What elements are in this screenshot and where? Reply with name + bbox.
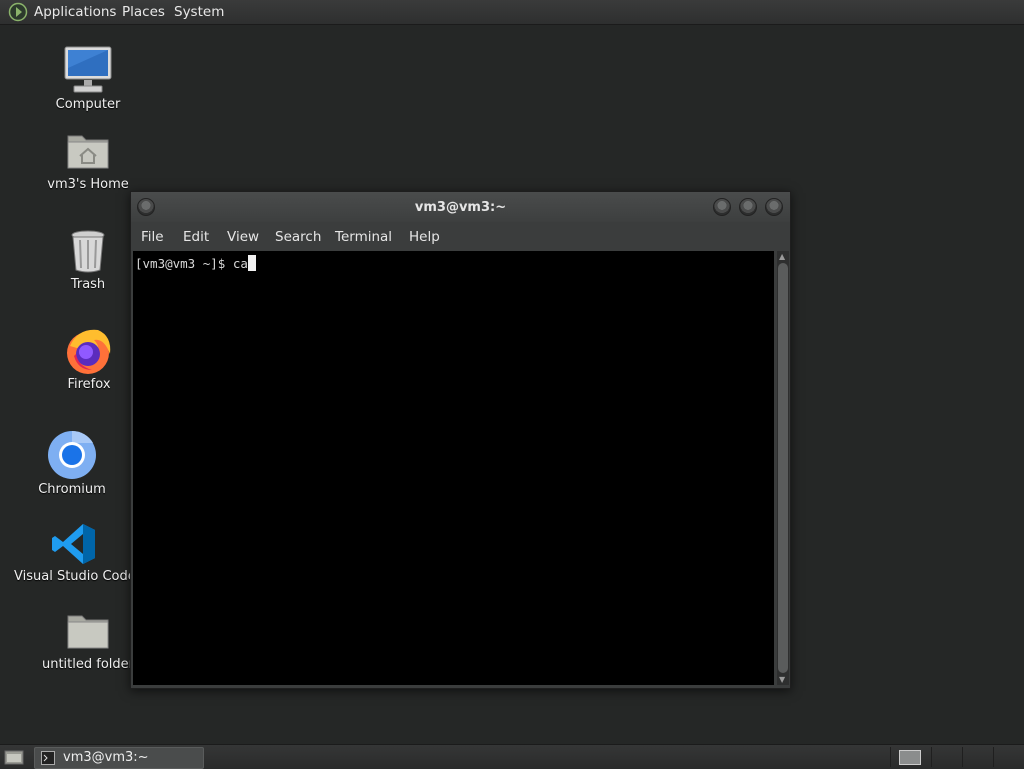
scroll-up-arrow-icon[interactable]: ▲ (779, 252, 785, 261)
workspace-2[interactable] (931, 747, 962, 767)
search-menu[interactable]: Search (275, 229, 321, 245)
workspace-4[interactable] (993, 747, 1024, 767)
vscode-icon (52, 524, 95, 564)
command-line: [vm3@vm3 ~]$ ca (135, 255, 256, 271)
terminal-icon (41, 751, 55, 765)
folder-icon (67, 615, 109, 649)
firefox-icon (67, 329, 111, 374)
chromium-icon (48, 430, 96, 479)
home-folder-icon (67, 135, 109, 169)
maximize-button[interactable] (739, 198, 757, 216)
text-cursor (247, 255, 256, 271)
minimize-button[interactable] (713, 198, 731, 216)
window-title: vm3@vm3:~ (414, 200, 507, 215)
desktop-icon-label: Chromium (38, 482, 106, 497)
applications-menu[interactable]: Applications (34, 4, 116, 20)
top-panel: Applications Places System (0, 0, 1024, 25)
desktop-icon-label: vm3's Home (47, 177, 129, 192)
trash-icon (71, 230, 105, 273)
computer-icon (64, 46, 112, 93)
shell-prompt: [vm3@vm3 ~]$ (135, 256, 233, 271)
command-input: ca (232, 256, 248, 271)
applications-logo-icon[interactable] (8, 2, 28, 22)
edit-menu[interactable]: Edit (183, 229, 209, 245)
desktop-icon-vscode[interactable]: Visual Studio Code (14, 520, 136, 586)
terminal-output[interactable]: [vm3@vm3 ~]$ ca (133, 251, 774, 685)
view-menu[interactable]: View (227, 229, 259, 245)
terminal-window: vm3@vm3:~ File Edit View Search Terminal… (130, 191, 791, 689)
desktop-icon-chromium[interactable]: Chromium (12, 430, 132, 500)
scrollbar-thumb[interactable] (778, 263, 788, 673)
desktop-icon-label: Computer (55, 97, 121, 112)
system-menu[interactable]: System (174, 4, 224, 20)
desktop-icon-label: Visual Studio Code (14, 569, 136, 584)
file-menu[interactable]: File (141, 229, 164, 245)
workspace-window-thumb (899, 750, 921, 765)
terminal-menu[interactable]: Terminal (335, 229, 392, 245)
scroll-down-arrow-icon[interactable]: ▼ (779, 675, 785, 684)
window-titlebar[interactable]: vm3@vm3:~ (131, 192, 790, 222)
help-menu[interactable]: Help (409, 229, 440, 245)
terminal-menubar: File Edit View Search Terminal Help (131, 222, 790, 251)
taskbar-item-label: vm3@vm3:~ (63, 750, 149, 765)
bottom-panel: vm3@vm3:~ (0, 744, 1024, 769)
taskbar-item-terminal[interactable]: vm3@vm3:~ (34, 747, 204, 769)
desktop-icon-home[interactable]: vm3's Home (28, 128, 148, 196)
terminal-scrollbar[interactable]: ▲ ▼ (777, 251, 789, 685)
close-button[interactable] (765, 198, 783, 216)
desktop-icon-computer[interactable]: Computer (28, 44, 148, 116)
workspace-3[interactable] (962, 747, 993, 767)
workspace-1[interactable] (890, 747, 931, 767)
show-desktop-icon[interactable] (4, 748, 24, 766)
places-menu[interactable]: Places (122, 4, 165, 20)
